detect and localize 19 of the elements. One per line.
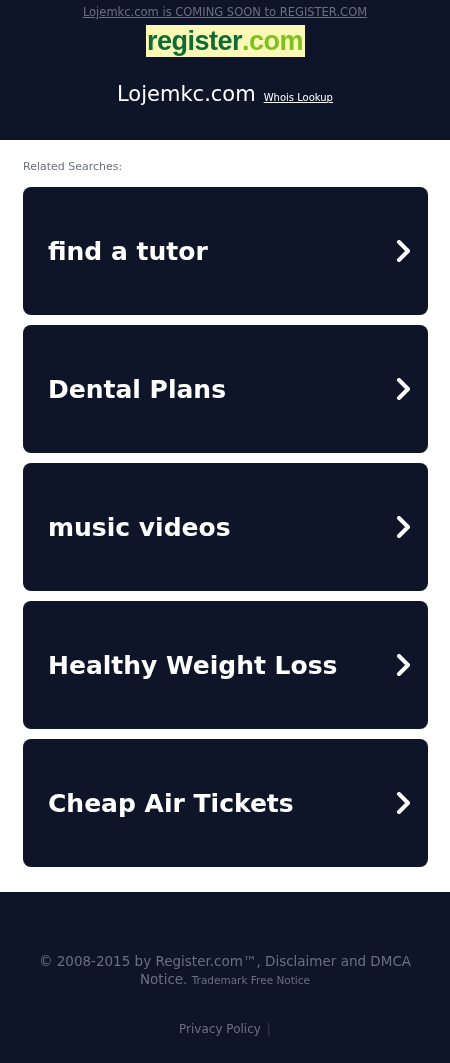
register-logo: register.com [145,25,305,57]
whois-link[interactable]: Whois Lookup [263,92,333,103]
search-link-card[interactable]: find a tutor [23,187,428,315]
copyright-text: © 2008-2015 by Register.com™, Disclaimer and DMCA Notice. Trademark Free Notice [37,952,413,989]
search-link-card[interactable]: Dental Plans [23,325,428,453]
separator: | [266,1022,271,1036]
search-link-card[interactable]: Cheap Air Tickets [23,739,428,867]
privacy-link[interactable]: Privacy Policy [179,1022,261,1036]
chevron-right-icon [396,378,410,400]
search-link-card[interactable]: music videos [23,463,428,591]
chevron-right-icon [396,792,410,814]
search-link-card[interactable]: Healthy Weight Loss [23,601,428,729]
chevron-right-icon [396,516,410,538]
chevron-right-icon [396,654,410,676]
chevron-right-icon [396,240,410,262]
trademark-link[interactable]: Trademark Free Notice [191,974,310,986]
domain-title: Lojemkc.com [117,82,256,106]
coming-soon-link[interactable]: Lojemkc.com is COMING SOON to REGISTER.COM [82,5,368,19]
related-searches-title: Related Searches: [23,160,124,173]
